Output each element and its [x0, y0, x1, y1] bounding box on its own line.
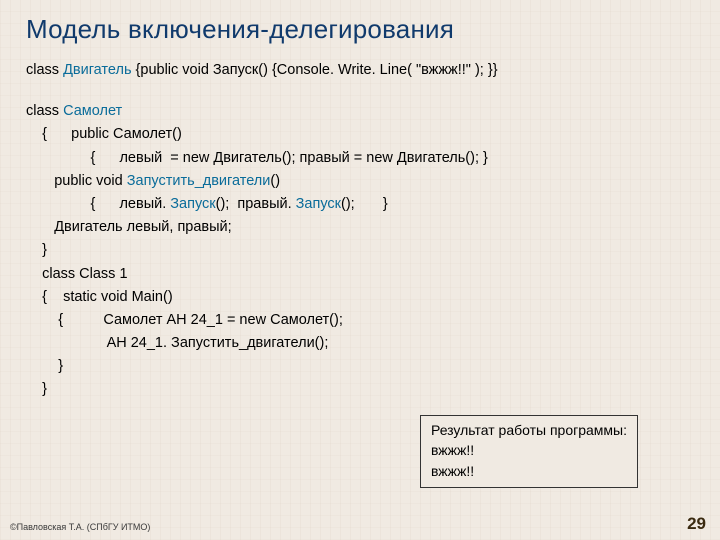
result-line: вжжж!! — [431, 461, 627, 481]
code-line-engine: class Двигатель {public void Запуск() {C… — [26, 59, 694, 82]
code-line: { static void Main() — [26, 286, 694, 309]
code-line: Двигатель левый, правый; — [26, 216, 694, 239]
code-line: public void Запустить_двигатели() — [26, 170, 694, 193]
code-line: } — [26, 355, 694, 378]
code-line: АН 24_1. Запустить_двигатели(); — [26, 332, 694, 355]
result-box: Результат работы программы: вжжж!! вжжж!… — [420, 415, 638, 488]
slide-title: Модель включения-делегирования — [26, 14, 694, 45]
code-line: } — [26, 239, 694, 262]
code-line: class Class 1 — [26, 263, 694, 286]
code-line: } — [26, 378, 694, 401]
code-line: { левый = new Двигатель(); правый = new … — [26, 147, 694, 170]
result-line: вжжж!! — [431, 440, 627, 460]
code-block: class Самолет { public Самолет() { левый… — [26, 100, 694, 401]
code-line: class Самолет — [26, 100, 694, 123]
result-title: Результат работы программы: — [431, 420, 627, 440]
code-line: { public Самолет() — [26, 123, 694, 146]
footer-copyright: ©Павловская Т.А. (СПбГУ ИТМО) — [10, 522, 150, 532]
page-number: 29 — [687, 514, 706, 534]
code-line: { Самолет АН 24_1 = new Самолет(); — [26, 309, 694, 332]
slide: Модель включения-делегирования class Дви… — [0, 0, 720, 402]
code-line: { левый. Запуск(); правый. Запуск(); } — [26, 193, 694, 216]
